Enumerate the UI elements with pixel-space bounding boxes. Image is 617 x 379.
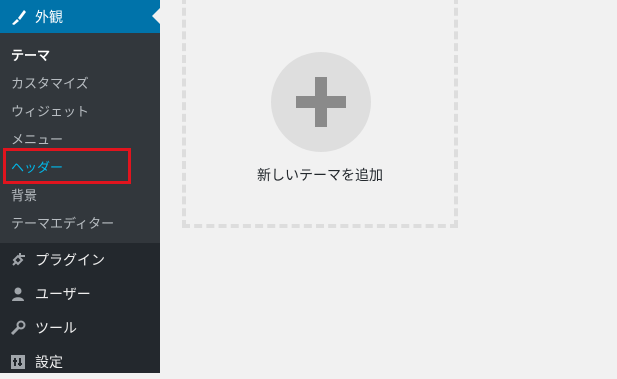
menu-appearance-label: 外観 xyxy=(35,9,63,26)
menu-plugins-label: プラグイン xyxy=(35,253,105,269)
menu-users[interactable]: ユーザー xyxy=(0,277,160,311)
plugin-icon xyxy=(8,250,28,270)
admin-sidebar: 外観 テーマ カスタマイズ ウィジェット メニュー ヘッダー 背景 テーマエディ… xyxy=(0,0,160,373)
add-new-theme-label[interactable]: 新しいテーマを追加 xyxy=(182,165,458,185)
menu-users-label: ユーザー xyxy=(35,287,91,303)
menu-tools-label: ツール xyxy=(35,321,77,337)
annotation-highlight-box xyxy=(3,148,131,184)
submenu-item-widgets[interactable]: ウィジェット xyxy=(11,101,89,120)
wrench-icon xyxy=(8,318,28,338)
menu-tools[interactable]: ツール xyxy=(0,311,160,345)
plus-icon[interactable] xyxy=(271,52,371,152)
user-icon xyxy=(8,284,28,304)
menu-settings[interactable]: 設定 xyxy=(0,345,160,379)
current-menu-arrow xyxy=(152,8,160,24)
menu-plugins[interactable]: プラグイン xyxy=(0,243,160,277)
menu-appearance[interactable]: 外観 xyxy=(0,0,160,33)
settings-icon xyxy=(8,352,28,372)
submenu-item-menus[interactable]: メニュー xyxy=(11,129,63,148)
menu-settings-label: 設定 xyxy=(35,355,63,371)
submenu-item-themes[interactable]: テーマ xyxy=(11,45,50,64)
paintbrush-icon xyxy=(9,7,29,27)
submenu-item-theme-editor[interactable]: テーマエディター xyxy=(11,213,114,232)
submenu-item-customize[interactable]: カスタマイズ xyxy=(11,73,89,92)
plus-icon-vertical xyxy=(315,77,327,127)
appearance-submenu: テーマ カスタマイズ ウィジェット メニュー ヘッダー 背景 テーマエディター xyxy=(0,33,160,243)
submenu-item-background[interactable]: 背景 xyxy=(11,185,37,204)
